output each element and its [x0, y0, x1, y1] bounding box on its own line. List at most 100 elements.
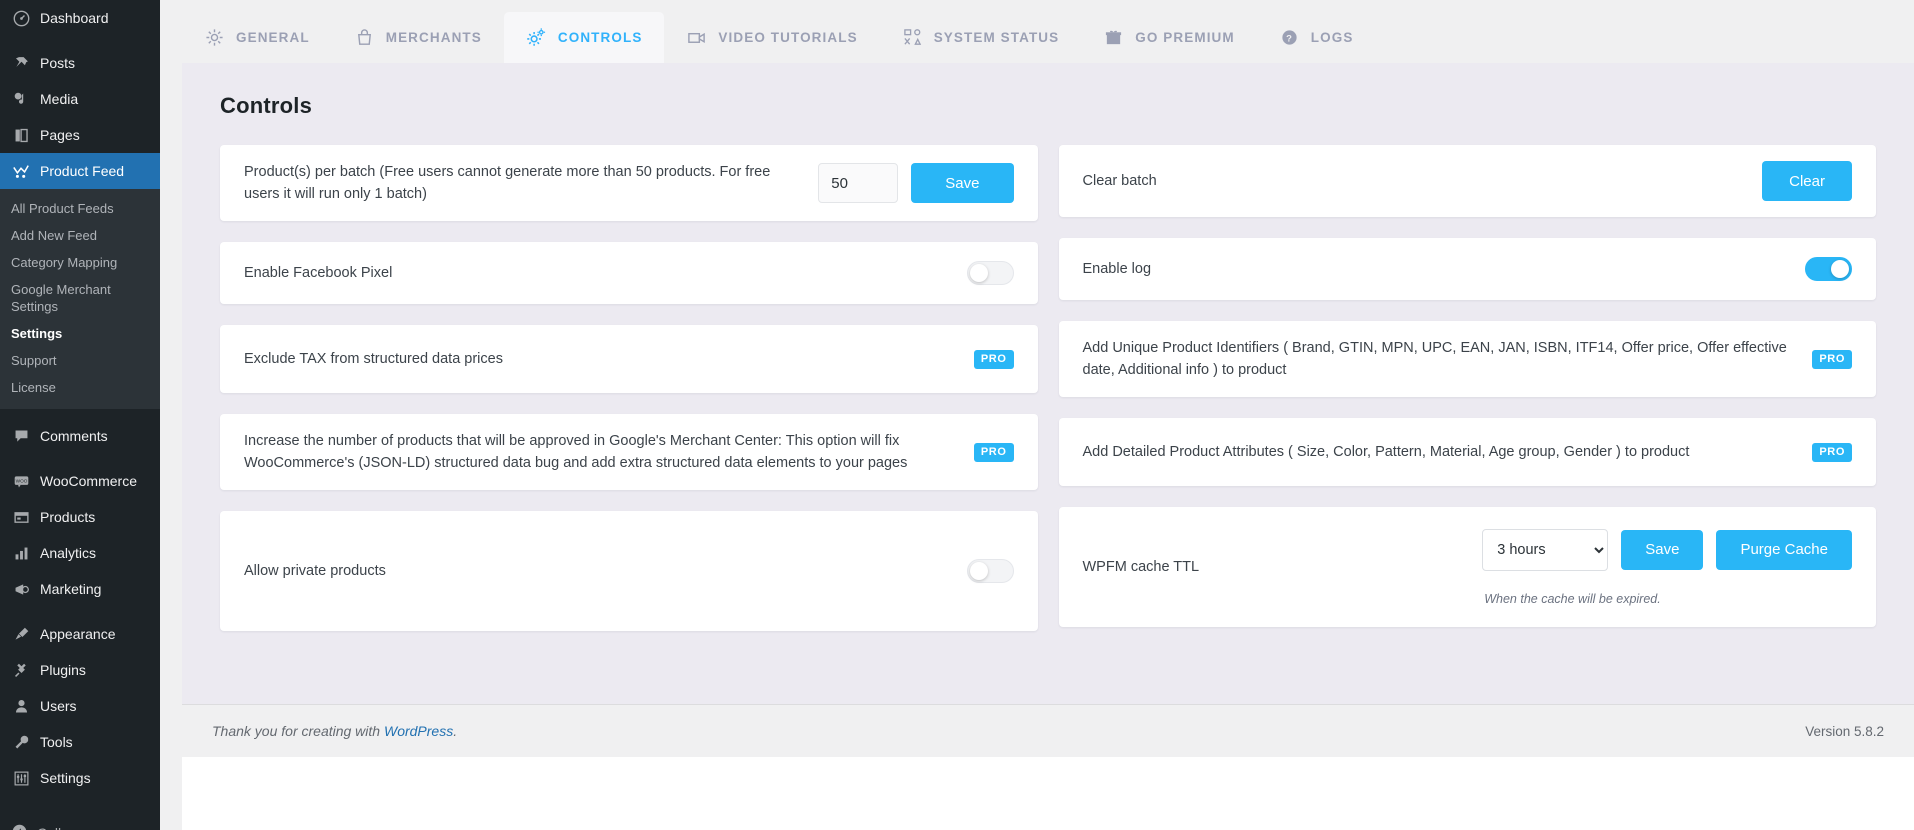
collapse-menu-button[interactable]: Collapse menu [0, 812, 160, 830]
sidebar-item-appearance[interactable]: Appearance [0, 616, 160, 652]
left-column: Product(s) per batch (Free users cannot … [220, 145, 1038, 631]
sidebar-item-label: Comments [40, 427, 108, 445]
sidebar-item-pages[interactable]: Pages [0, 117, 160, 153]
svg-text:WOO: WOO [15, 478, 27, 483]
sidebar-item-media[interactable]: Media [0, 81, 160, 117]
sidebar-item-label: Appearance [40, 625, 116, 643]
tab-label: VIDEO TUTORIALS [718, 30, 857, 45]
sidebar-item-comments[interactable]: Comments [0, 418, 160, 454]
sidebar-item-tools[interactable]: Tools [0, 724, 160, 760]
tab-general[interactable]: GENERAL [182, 12, 332, 63]
sidebar-item-analytics[interactable]: Analytics [0, 535, 160, 571]
sidebar-item-label: Users [40, 697, 77, 715]
sidebar-item-marketing[interactable]: Marketing [0, 571, 160, 607]
plugins-icon [11, 662, 31, 679]
toggle-knob [1831, 260, 1849, 278]
products-per-batch-label: Product(s) per batch (Free users cannot … [244, 161, 818, 205]
allow-private-products-toggle[interactable] [967, 559, 1014, 583]
toggle-knob [970, 264, 988, 282]
sidebar-divider [0, 36, 160, 45]
sidebar-item-posts[interactable]: Posts [0, 45, 160, 81]
tab-system-status[interactable]: SYSTEM STATUS [880, 12, 1082, 63]
cards-grid: Product(s) per batch (Free users cannot … [220, 145, 1876, 631]
collapse-menu-label: Collapse menu [37, 825, 130, 830]
sidebar-item-label: Media [40, 90, 78, 108]
sidebar-subitem-google-merchant-settings[interactable]: Google Merchant Settings [0, 276, 160, 320]
card-detailed-product-attributes: Add Detailed Product Attributes ( Size, … [1059, 418, 1877, 486]
footer-version: Version 5.8.2 [1805, 724, 1884, 739]
products-per-batch-controls: Save [818, 163, 1013, 203]
enable-log-toggle[interactable] [1805, 257, 1852, 281]
sidebar-item-label: Plugins [40, 661, 86, 679]
enable-facebook-pixel-controls [967, 261, 1014, 285]
help-icon: ? [1279, 28, 1300, 47]
tab-label: GENERAL [236, 30, 310, 45]
toggle-knob [970, 562, 988, 580]
gear-icon [204, 28, 225, 47]
products-per-batch-input[interactable] [818, 163, 898, 203]
sidebar-item-product-feed[interactable]: Product Feed [0, 153, 160, 189]
tab-controls[interactable]: CONTROLS [504, 12, 665, 63]
card-enable-log: Enable log [1059, 238, 1877, 300]
card-unique-product-identifiers: Add Unique Product Identifiers ( Brand, … [1059, 321, 1877, 397]
main-content: GENERAL MERCHANTS CONTROLS VIDEO TUTORIA… [160, 0, 1914, 830]
sidebar-subitem-category-mapping[interactable]: Category Mapping [0, 249, 160, 276]
sidebar-item-users[interactable]: Users [0, 688, 160, 724]
settings-tabbar: GENERAL MERCHANTS CONTROLS VIDEO TUTORIA… [160, 0, 1914, 63]
enable-facebook-pixel-toggle[interactable] [967, 261, 1014, 285]
pro-badge: PRO [1812, 443, 1852, 462]
clear-batch-label: Clear batch [1083, 170, 1763, 192]
sidebar-item-settings[interactable]: Settings [0, 760, 160, 796]
sidebar-subitem-settings[interactable]: Settings [0, 320, 160, 347]
sidebar-item-label: WooCommerce [40, 472, 137, 490]
sidebar-divider [0, 409, 160, 418]
sidebar-subitem-license[interactable]: License [0, 374, 160, 401]
tab-go-premium[interactable]: GO PREMIUM [1081, 12, 1257, 63]
users-icon [11, 698, 31, 715]
sidebar-item-label: Tools [40, 733, 73, 751]
right-column: Clear batch Clear Enable log Add Unique … [1059, 145, 1877, 631]
pro-badge: PRO [974, 350, 1014, 369]
sidebar-item-products[interactable]: Products [0, 499, 160, 535]
exclude-tax-label: Exclude TAX from structured data prices [244, 348, 974, 370]
wpfm-cache-ttl-select[interactable]: 1 hour3 hours6 hours12 hours1 day [1482, 529, 1608, 571]
gears-icon [526, 27, 547, 48]
sidebar-subitem-support[interactable]: Support [0, 347, 160, 374]
analytics-icon [11, 545, 31, 562]
sidebar-item-label: Settings [40, 769, 91, 787]
detailed-product-attributes-controls: PRO [1812, 443, 1852, 462]
tab-label: SYSTEM STATUS [934, 30, 1060, 45]
increase-products-label: Increase the number of products that wil… [244, 430, 974, 474]
save-batch-button[interactable]: Save [911, 163, 1013, 203]
products-icon [11, 509, 31, 526]
wordpress-link[interactable]: WordPress [384, 723, 453, 739]
sidebar-item-plugins[interactable]: Plugins [0, 652, 160, 688]
sidebar-item-label: Marketing [40, 580, 101, 598]
purge-cache-button[interactable]: Purge Cache [1716, 530, 1852, 570]
sidebar-item-label: Dashboard [40, 9, 109, 27]
sidebar-divider [0, 607, 160, 616]
wpfm-cache-ttl-hint: When the cache will be expired. [1484, 592, 1660, 606]
tab-label: CONTROLS [558, 30, 643, 45]
video-icon [686, 28, 707, 47]
wpfm-cache-ttl-row: 1 hour3 hours6 hours12 hours1 day Save P… [1482, 529, 1852, 571]
sidebar-item-woocommerce[interactable]: WOO WooCommerce [0, 463, 160, 499]
tab-video-tutorials[interactable]: VIDEO TUTORIALS [664, 12, 879, 63]
tab-merchants[interactable]: MERCHANTS [332, 12, 504, 63]
card-clear-batch: Clear batch Clear [1059, 145, 1877, 217]
enable-log-label: Enable log [1083, 258, 1806, 280]
tab-logs[interactable]: ? LOGS [1257, 12, 1376, 63]
save-cache-ttl-button[interactable]: Save [1621, 530, 1703, 570]
sidebar-item-dashboard[interactable]: Dashboard [0, 0, 160, 36]
page-bottom-area [182, 757, 1914, 830]
clear-batch-button[interactable]: Clear [1762, 161, 1852, 201]
allow-private-products-label: Allow private products [244, 560, 967, 582]
woocommerce-icon: WOO [11, 473, 31, 490]
sidebar-subitem-add-new-feed[interactable]: Add New Feed [0, 222, 160, 249]
pro-badge: PRO [1812, 350, 1852, 369]
enable-facebook-pixel-label: Enable Facebook Pixel [244, 262, 967, 284]
footer-thanks-suffix: . [453, 723, 457, 739]
pro-badge: PRO [974, 443, 1014, 462]
sidebar-subitem-all-product-feeds[interactable]: All Product Feeds [0, 195, 160, 222]
enable-log-controls [1805, 257, 1852, 281]
